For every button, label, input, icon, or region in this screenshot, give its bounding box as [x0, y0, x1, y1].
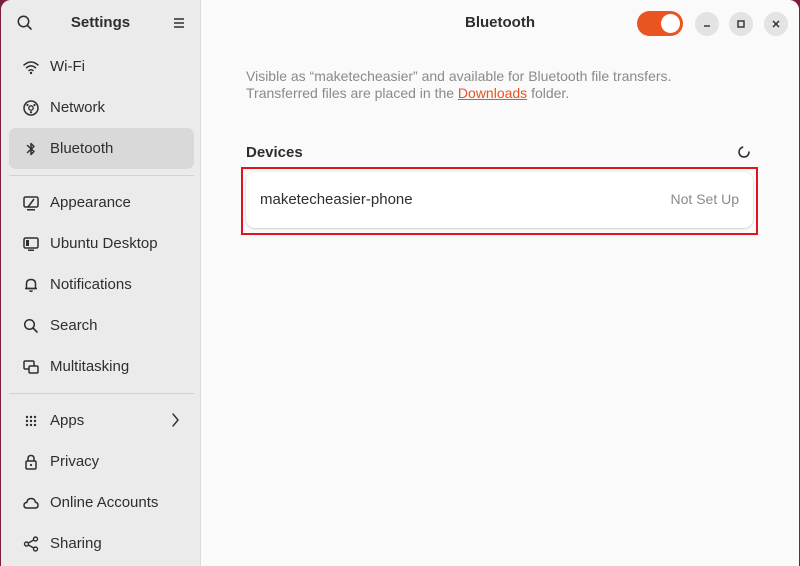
- appearance-icon: [21, 193, 41, 213]
- visibility-info: Visible as “maketecheasier” and availabl…: [246, 68, 766, 102]
- sidebar-item-online-accounts[interactable]: Online Accounts: [9, 482, 194, 523]
- sidebar-item-privacy[interactable]: Privacy: [9, 441, 194, 482]
- ubuntu-desktop-icon: [21, 234, 41, 254]
- device-row[interactable]: maketecheasier-phone Not Set Up: [246, 172, 753, 228]
- sidebar-item-appearance[interactable]: Appearance: [9, 182, 194, 223]
- downloads-link[interactable]: Downloads: [458, 85, 527, 101]
- sidebar-divider: [9, 393, 194, 394]
- sidebar-item-label: Online Accounts: [50, 494, 159, 511]
- close-icon: [772, 20, 780, 28]
- sidebar-item-notifications[interactable]: Notifications: [9, 264, 194, 305]
- sidebar-item-sharing[interactable]: Sharing: [9, 523, 194, 564]
- settings-window: Settings Wi-Fi Network Bluetooth Appeara…: [1, 0, 799, 566]
- main-panel: Bluetooth Visible as “maketecheasier” an…: [201, 0, 799, 566]
- sidebar-item-ubuntu-desktop[interactable]: Ubuntu Desktop: [9, 223, 194, 264]
- sidebar-item-label: Appearance: [50, 194, 131, 211]
- minimize-button[interactable]: [695, 12, 719, 36]
- info-line-2-prefix: Transferred files are placed in the: [246, 85, 458, 101]
- sidebar-item-label: Apps: [50, 412, 85, 429]
- toggle-knob: [661, 14, 680, 33]
- info-line-1: Visible as “maketecheasier” and availabl…: [246, 68, 672, 84]
- sidebar-item-label: Sharing: [50, 535, 102, 552]
- sidebar-group-desktop: Appearance Ubuntu Desktop Notifications …: [1, 182, 200, 387]
- close-button[interactable]: [764, 12, 788, 36]
- lock-icon: [21, 452, 41, 472]
- sidebar-item-label: Bluetooth: [50, 140, 114, 157]
- sidebar-item-label: Notifications: [50, 276, 132, 293]
- sidebar-item-label: Multitasking: [50, 358, 130, 375]
- multitasking-icon: [21, 357, 41, 377]
- cloud-icon: [21, 493, 41, 513]
- sidebar-item-bluetooth[interactable]: Bluetooth: [9, 128, 194, 169]
- info-line-2: Transferred files are placed in the Down…: [246, 85, 766, 102]
- sidebar-item-label: Network: [50, 99, 106, 116]
- bell-icon: [21, 275, 41, 295]
- bluetooth-icon: [21, 139, 41, 159]
- maximize-icon: [737, 20, 745, 28]
- search-icon: [21, 316, 41, 336]
- sidebar-item-wifi[interactable]: Wi-Fi: [9, 46, 194, 87]
- scanning-spinner-icon: [736, 144, 752, 160]
- device-status: Not Set Up: [670, 191, 739, 207]
- apps-grid-icon: [21, 411, 41, 431]
- sidebar-group-connectivity: Wi-Fi Network Bluetooth: [1, 46, 200, 169]
- sidebar-header: Settings: [1, 0, 200, 46]
- sidebar-item-label: Wi-Fi: [50, 58, 85, 75]
- device-name: maketecheasier-phone: [260, 191, 413, 208]
- sidebar-group-system: Apps Privacy Online Accounts Sharing: [1, 400, 200, 564]
- menu-button[interactable]: [169, 13, 189, 33]
- sidebar-divider: [9, 175, 194, 176]
- bluetooth-toggle[interactable]: [637, 11, 683, 36]
- network-icon: [21, 98, 41, 118]
- sidebar-item-label: Privacy: [50, 453, 100, 470]
- maximize-button[interactable]: [729, 12, 753, 36]
- sidebar-item-label: Ubuntu Desktop: [50, 235, 158, 252]
- hamburger-menu-icon: [174, 18, 184, 28]
- info-line-2-suffix: folder.: [527, 85, 570, 101]
- minimize-icon: [704, 25, 710, 27]
- devices-heading: Devices: [246, 144, 303, 161]
- sidebar-item-search[interactable]: Search: [9, 305, 194, 346]
- sidebar-item-apps[interactable]: Apps: [9, 400, 194, 441]
- header-bar: Bluetooth: [201, 0, 799, 46]
- sidebar-item-label: Search: [50, 317, 98, 334]
- sidebar: Settings Wi-Fi Network Bluetooth Appeara…: [1, 0, 201, 566]
- share-icon: [21, 534, 41, 554]
- wifi-icon: [21, 57, 41, 77]
- sidebar-item-network[interactable]: Network: [9, 87, 194, 128]
- chevron-right-icon: [170, 412, 180, 428]
- sidebar-item-multitasking[interactable]: Multitasking: [9, 346, 194, 387]
